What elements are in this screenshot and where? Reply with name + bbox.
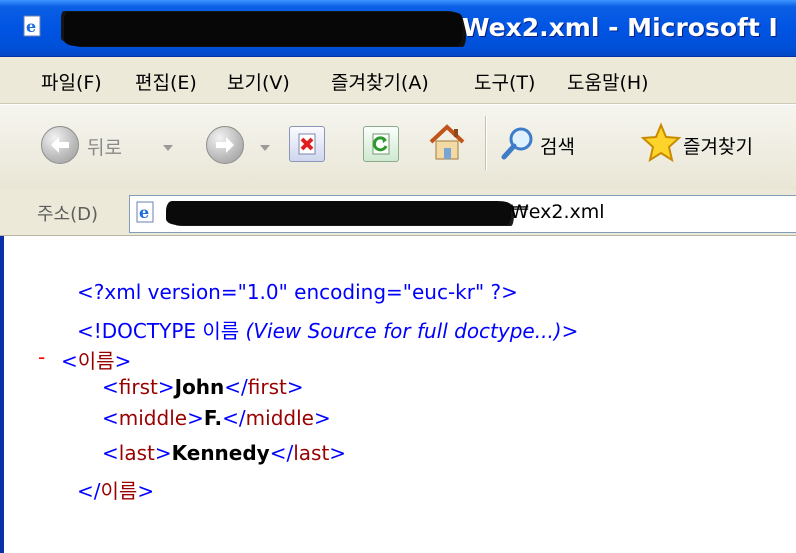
stop-icon	[298, 133, 316, 155]
xml-root-open-line: -	[38, 345, 45, 369]
address-label: 주소(D)	[37, 204, 99, 225]
favorites-button[interactable]	[640, 122, 682, 164]
refresh-button[interactable]	[363, 126, 399, 162]
element-value: Kennedy	[171, 441, 270, 465]
menu-tools[interactable]: 도구(T)	[474, 68, 535, 95]
refresh-icon	[372, 133, 390, 155]
xml-doctype-line: <!DOCTYPE 이름 (View Source for full docty…	[77, 315, 578, 344]
forward-dropdown-icon[interactable]	[260, 145, 270, 151]
home-button[interactable]	[425, 121, 469, 163]
search-button[interactable]	[498, 124, 538, 164]
doctype-suffix: >	[561, 319, 579, 343]
menu-view[interactable]: 보기(V)	[227, 68, 290, 95]
svg-text:e: e	[139, 203, 149, 222]
element-value: F.	[203, 406, 223, 430]
back-arrow-icon	[51, 137, 69, 153]
title-bar[interactable]: e Wex2.xml - Microsoft I	[0, 0, 796, 57]
tag-name: first	[247, 375, 287, 399]
forward-arrow-icon	[216, 137, 234, 153]
window-left-border	[0, 236, 4, 553]
collapse-toggle[interactable]: -	[38, 345, 45, 369]
stop-button[interactable]	[289, 126, 325, 162]
xml-element-middle: <middle>F.</middle>	[102, 406, 331, 430]
back-button[interactable]	[41, 126, 79, 164]
menu-file[interactable]: 파일(F)	[41, 68, 102, 95]
home-icon	[429, 124, 465, 160]
menu-help[interactable]: 도움말(H)	[567, 68, 649, 95]
forward-button[interactable]	[206, 126, 244, 164]
svg-text:e: e	[26, 17, 36, 36]
ie-page-icon: e	[136, 201, 154, 223]
xml-declaration: <?xml version="1.0" encoding="euc-kr" ?>	[77, 280, 518, 304]
tag-name: middle	[245, 406, 314, 430]
tag-name: last	[118, 441, 155, 465]
xml-root-close: </이름>	[77, 479, 155, 503]
tag-name: first	[118, 375, 158, 399]
address-value[interactable]: ₩ex2.xml	[510, 201, 605, 223]
ie-page-icon[interactable]: e	[22, 15, 44, 37]
element-value: John	[174, 375, 225, 399]
doctype-note: (View Source for full doctype...)	[245, 319, 562, 343]
tag-name: middle	[118, 406, 188, 430]
xml-element-first: <first>John</first>	[102, 375, 304, 399]
root-close-tag: 이름	[100, 479, 138, 503]
toolbar-separator	[485, 116, 487, 170]
xml-root-open: <이름>	[61, 349, 132, 373]
favorites-star-icon	[640, 122, 682, 163]
favorites-label[interactable]: 즐겨찾기	[683, 132, 753, 159]
tag-name: last	[293, 441, 330, 465]
menu-edit[interactable]: 편집(E)	[135, 68, 197, 95]
window-title: Wex2.xml - Microsoft I	[462, 13, 778, 42]
root-open-tag: 이름	[77, 349, 115, 373]
back-dropdown-icon[interactable]	[163, 145, 173, 151]
back-label[interactable]: 뒤로	[87, 133, 122, 160]
menu-favorites[interactable]: 즐겨찾기(A)	[331, 68, 429, 95]
xml-element-last: <last>Kennedy</last>	[102, 441, 347, 465]
doctype-prefix: <!DOCTYPE 이름	[77, 319, 246, 343]
redacted-title-region	[64, 12, 462, 46]
search-icon	[501, 127, 533, 160]
redacted-address-region	[166, 201, 511, 225]
search-label[interactable]: 검색	[540, 132, 575, 159]
